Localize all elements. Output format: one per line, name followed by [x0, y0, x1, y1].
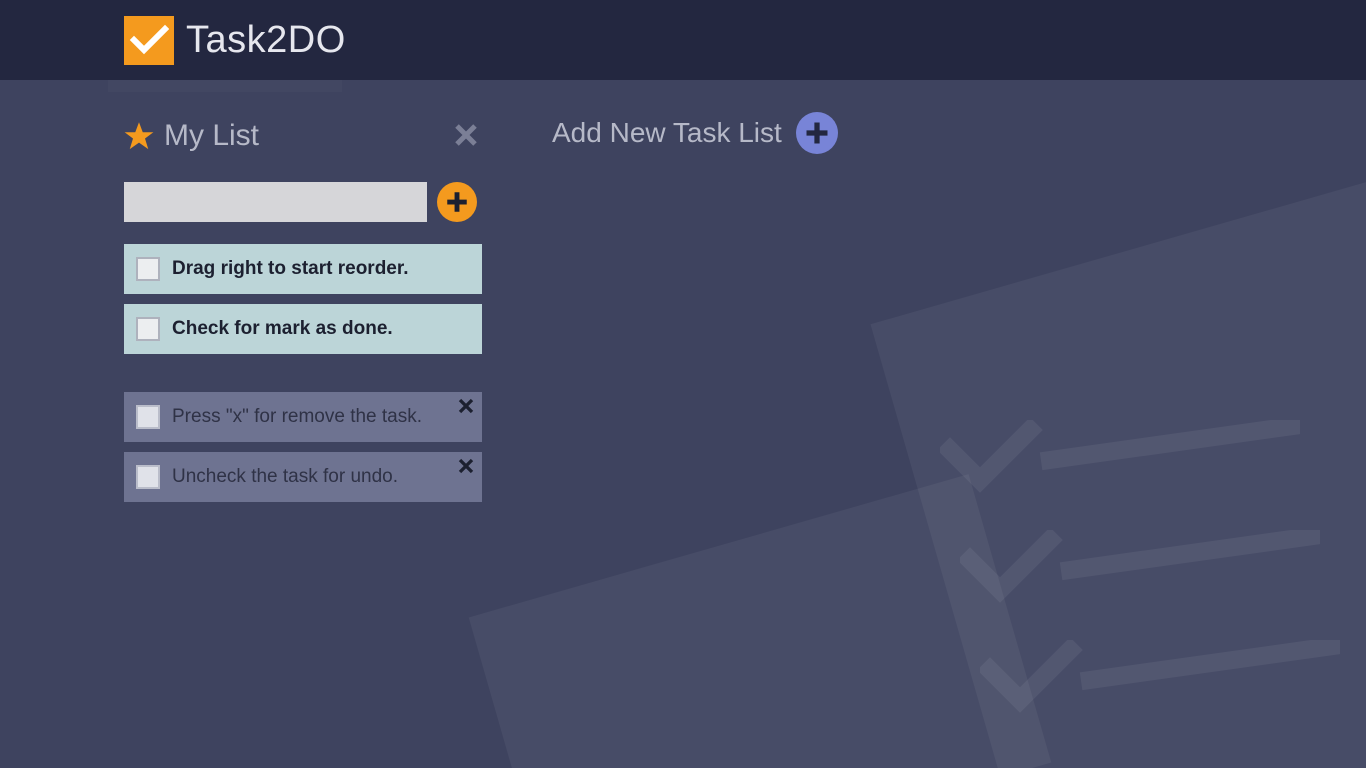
bg-decoration-check-icon	[980, 640, 1340, 725]
list-header: My List	[124, 114, 482, 158]
app-title: Task2DO	[186, 19, 346, 62]
header-bar: Task2DO	[0, 0, 1366, 80]
task-checkbox[interactable]	[136, 465, 160, 489]
task-checkbox[interactable]	[136, 257, 160, 281]
task-text: Check for mark as done.	[172, 318, 470, 340]
task-text: Drag right to start reorder.	[172, 258, 470, 280]
add-list-label: Add New Task List	[552, 117, 782, 149]
remove-task-button[interactable]	[458, 456, 474, 478]
remove-task-button[interactable]	[458, 396, 474, 418]
new-task-input[interactable]	[124, 182, 427, 222]
task-row[interactable]: Drag right to start reorder.	[124, 244, 482, 294]
app-title-part2: 2DO	[266, 19, 346, 61]
task-checkbox[interactable]	[136, 317, 160, 341]
add-list-section: Add New Task List	[552, 112, 838, 154]
task-list-column: My List Drag right to start reorder.	[124, 114, 482, 512]
star-icon	[124, 121, 154, 151]
app-title-part1: Task	[186, 19, 266, 61]
task-row[interactable]: Check for mark as done.	[124, 304, 482, 354]
app-logo-icon	[124, 16, 174, 65]
close-list-button[interactable]	[450, 119, 482, 153]
task-text: Uncheck the task for undo.	[172, 466, 470, 488]
add-task-button[interactable]	[437, 182, 477, 222]
add-list-button[interactable]	[796, 112, 838, 154]
task-row[interactable]: Uncheck the task for undo.	[124, 452, 482, 502]
task-checkbox[interactable]	[136, 405, 160, 429]
task-row[interactable]: Press "x" for remove the task.	[124, 392, 482, 442]
bg-decoration-check-icon	[960, 530, 1320, 615]
new-task-row	[124, 182, 482, 222]
list-title: My List	[164, 119, 450, 153]
bg-decoration-sheet	[469, 474, 1052, 768]
task-text: Press "x" for remove the task.	[172, 406, 470, 428]
